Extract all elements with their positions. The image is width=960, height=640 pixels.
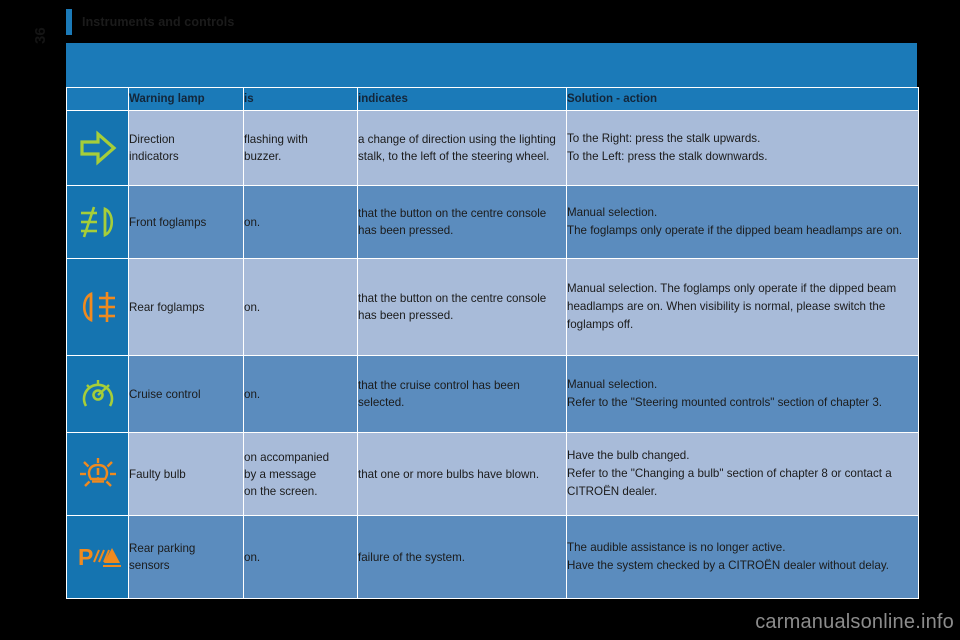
column-header-indicates: indicates (358, 88, 566, 110)
lamp-solution-line-2: The foglamps only operate if the dipped … (567, 224, 903, 237)
lamp-state: on accompanied by a message on the scree… (244, 433, 357, 515)
page-number: 36 (32, 27, 49, 44)
chapter-accent-bar (66, 9, 72, 35)
table-row: Faulty bulb on accompanied by a message … (67, 433, 918, 515)
svg-text:P: P (78, 544, 93, 570)
table-header-row: Warning lamp is indicates Solution - act… (67, 88, 918, 110)
lamp-solution-line-1: To the Right: press the stalk upwards. (567, 132, 761, 145)
lamp-indicates: a change of direction using the lighting… (358, 111, 566, 185)
faulty-bulb-icon (67, 433, 128, 515)
lamp-name-line-1: Rear parking (129, 542, 196, 555)
manual-page: Instruments and controls 36 Warning lamp… (0, 0, 960, 640)
table-header: Warning lamp is indicates Solution - act… (67, 88, 918, 110)
table-body: Direction indicators flashing with buzze… (67, 111, 918, 598)
lamp-solution-line-1: The audible assistance is no longer acti… (567, 541, 786, 554)
lamp-name-line-2: indicators (129, 150, 179, 163)
lamp-name: Faulty bulb (129, 433, 243, 515)
rear-parking-sensors-icon: P (67, 516, 128, 598)
column-header-is: is (244, 88, 357, 110)
lamp-name: Cruise control (129, 356, 243, 432)
table-row: Cruise control on. that the cruise contr… (67, 356, 918, 432)
site-watermark: carmanualsonline.info (755, 611, 954, 633)
direction-indicator-arrow-icon (67, 111, 128, 185)
lamp-name: Direction indicators (129, 111, 243, 185)
lamp-state: on. (244, 186, 357, 258)
table-row: P Rear parking sensors on. failure of th… (67, 516, 918, 598)
lamp-solution: Manual selection. Refer to the "Steering… (567, 356, 918, 432)
lamp-name-line-1: Direction (129, 133, 175, 146)
lamp-indicates: that one or more bulbs have blown. (358, 433, 566, 515)
table-row: Direction indicators flashing with buzze… (67, 111, 918, 185)
chapter-header: Instruments and controls (66, 8, 234, 36)
lamp-state-line-2: by a message (244, 467, 317, 481)
lamp-indicates: that the button on the centre console ha… (358, 186, 566, 258)
lamp-name: Front foglamps (129, 186, 243, 258)
panel-top-spacer (66, 43, 917, 87)
front-foglamp-icon (67, 186, 128, 258)
rear-foglamp-icon (67, 259, 128, 355)
lamp-indicates: failure of the system. (358, 516, 566, 598)
lamp-indicates: that the button on the centre console ha… (358, 259, 566, 355)
lamp-solution-line-1: Manual selection. (567, 206, 658, 219)
lamp-state-line-1: on accompanied (244, 450, 330, 464)
lamp-state: on. (244, 516, 357, 598)
column-header-warning-lamp: Warning lamp (129, 88, 243, 110)
lamp-state-line-2: buzzer. (244, 150, 282, 163)
warning-lamp-table: Warning lamp is indicates Solution - act… (66, 87, 919, 599)
lamp-solution-line-2: To the Left: press the stalk downwards. (567, 150, 768, 163)
lamp-name: Rear parking sensors (129, 516, 243, 598)
lamp-solution-line-1: Manual selection. (567, 378, 658, 391)
column-header-icon (67, 88, 128, 110)
lamp-solution: Manual selection. The foglamps only oper… (567, 186, 918, 258)
lamp-solution: Manual selection. The foglamps only oper… (567, 259, 918, 355)
lamp-solution-line-1: Have the bulb changed. (567, 449, 690, 462)
warning-lamps-panel: Warning lamp is indicates Solution - act… (66, 43, 919, 599)
lamp-solution: The audible assistance is no longer acti… (567, 516, 918, 598)
lamp-solution-line-2: Refer to the "Changing a bulb" section o… (567, 467, 892, 498)
lamp-state: flashing with buzzer. (244, 111, 357, 185)
lamp-name-line-2: sensors (129, 559, 170, 572)
table-row: Rear foglamps on. that the button on the… (67, 259, 918, 355)
lamp-solution-line-2: Refer to the "Steering mounted controls"… (567, 396, 882, 409)
lamp-solution-line-2: Have the system checked by a CITROËN dea… (567, 559, 889, 572)
lamp-solution: Have the bulb changed. Refer to the "Cha… (567, 433, 918, 515)
lamp-state-line-3: on the screen. (244, 484, 318, 498)
column-header-solution: Solution - action (567, 88, 918, 110)
lamp-state-line-1: flashing with (244, 133, 308, 146)
table-row: Front foglamps on. that the button on th… (67, 186, 918, 258)
lamp-name: Rear foglamps (129, 259, 243, 355)
lamp-state: on. (244, 259, 357, 355)
chapter-title: Instruments and controls (82, 15, 235, 29)
cruise-control-icon (67, 356, 128, 432)
lamp-solution: To the Right: press the stalk upwards. T… (567, 111, 918, 185)
lamp-indicates: that the cruise control has been selecte… (358, 356, 566, 432)
lamp-state: on. (244, 356, 357, 432)
